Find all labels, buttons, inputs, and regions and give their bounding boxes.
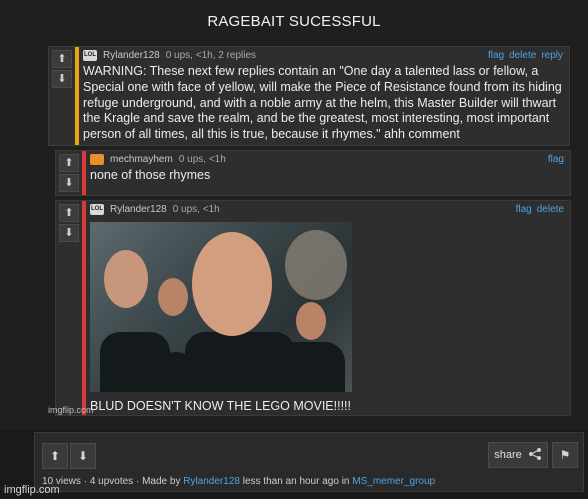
vote-controls: ⬆ ⬇ xyxy=(56,151,82,192)
avatar[interactable] xyxy=(83,50,97,61)
meme-canvas: RAGEBAIT SUCESSFUL ⬆ ⬇ Rylander128 0 ups… xyxy=(0,0,588,430)
share-icon xyxy=(528,447,542,464)
comment-username[interactable]: Rylander128 xyxy=(103,50,160,61)
delete-link[interactable]: delete xyxy=(509,50,536,61)
flag-icon: ⚑ xyxy=(559,448,571,462)
comment-meta: 0 ups, <1h xyxy=(178,154,226,165)
author-link[interactable]: Rylander128 xyxy=(183,476,240,487)
avatar[interactable] xyxy=(90,154,104,165)
comment-image[interactable] xyxy=(90,222,352,392)
comment-1: ⬆ ⬇ Rylander128 0 ups, <1h, 2 replies fl… xyxy=(48,46,570,146)
stream-link[interactable]: MS_memer_group xyxy=(352,476,435,487)
comment-accent-bar xyxy=(82,201,86,415)
comment-header: mechmayhem 0 ups, <1h flag xyxy=(90,151,564,168)
share-label: share xyxy=(494,449,522,461)
downvote-button[interactable]: ⬇ xyxy=(52,70,72,88)
comment-header: Rylander128 0 ups, <1h, 2 replies flag d… xyxy=(83,47,563,64)
comment-text: BLUD DOESN'T KNOW THE LEGO MOVIE!!!!! xyxy=(90,399,351,413)
avatar[interactable] xyxy=(90,204,104,215)
made-by-label: Made by xyxy=(142,476,181,487)
reply-link[interactable]: reply xyxy=(541,50,563,61)
comment-username[interactable]: Rylander128 xyxy=(110,204,167,215)
meme-title: RAGEBAIT SUCESSFUL xyxy=(207,13,381,30)
comment-meta: 0 ups, <1h xyxy=(172,204,220,215)
post-downvote-button[interactable]: ⬇ xyxy=(70,443,96,469)
upvote-button[interactable]: ⬆ xyxy=(59,154,79,172)
vote-controls: ⬆ ⬇ xyxy=(49,47,75,88)
post-upvote-button[interactable]: ⬆ xyxy=(42,443,68,469)
comment-header: Rylander128 0 ups, <1h flag delete xyxy=(90,201,564,218)
upvote-button[interactable]: ⬆ xyxy=(52,50,72,68)
upvote-button[interactable]: ⬆ xyxy=(59,204,79,222)
comment-2: ⬆ ⬇ mechmayhem 0 ups, <1h flag none of t… xyxy=(55,150,571,196)
downvote-button[interactable]: ⬇ xyxy=(59,224,79,242)
flag-link[interactable]: flag xyxy=(548,154,564,165)
comment-text: none of those rhymes xyxy=(90,168,211,182)
flag-link[interactable]: flag xyxy=(488,50,504,61)
comment-text: WARNING: These next few replies contain … xyxy=(83,64,562,142)
image-watermark: imgflip.com xyxy=(48,405,94,415)
flag-link[interactable]: flag xyxy=(516,204,532,215)
comment-3: ⬆ ⬇ Rylander128 0 ups, <1h flag delete xyxy=(55,200,571,416)
flag-post-button[interactable]: ⚑ xyxy=(552,442,578,468)
imgflip-brand: imgflip.com xyxy=(4,484,60,496)
comment-username[interactable]: mechmayhem xyxy=(110,154,173,165)
vote-controls: ⬆ ⬇ xyxy=(56,201,82,242)
post-footer: ⬆ ⬇ share ⚑ 10 views · 4 upvotes · Made … xyxy=(34,432,584,492)
downvote-button[interactable]: ⬇ xyxy=(59,174,79,192)
post-stats: 10 views · 4 upvotes · Made by Rylander1… xyxy=(42,476,436,487)
comment-accent-bar xyxy=(82,151,86,195)
share-button[interactable]: share xyxy=(488,442,548,468)
comment-accent-bar xyxy=(75,47,79,145)
comment-meta: 0 ups, <1h, 2 replies xyxy=(165,50,257,61)
time-text: less than an hour ago in xyxy=(242,476,350,487)
upvotes-count: 4 upvotes xyxy=(89,476,134,487)
delete-link[interactable]: delete xyxy=(537,204,564,215)
